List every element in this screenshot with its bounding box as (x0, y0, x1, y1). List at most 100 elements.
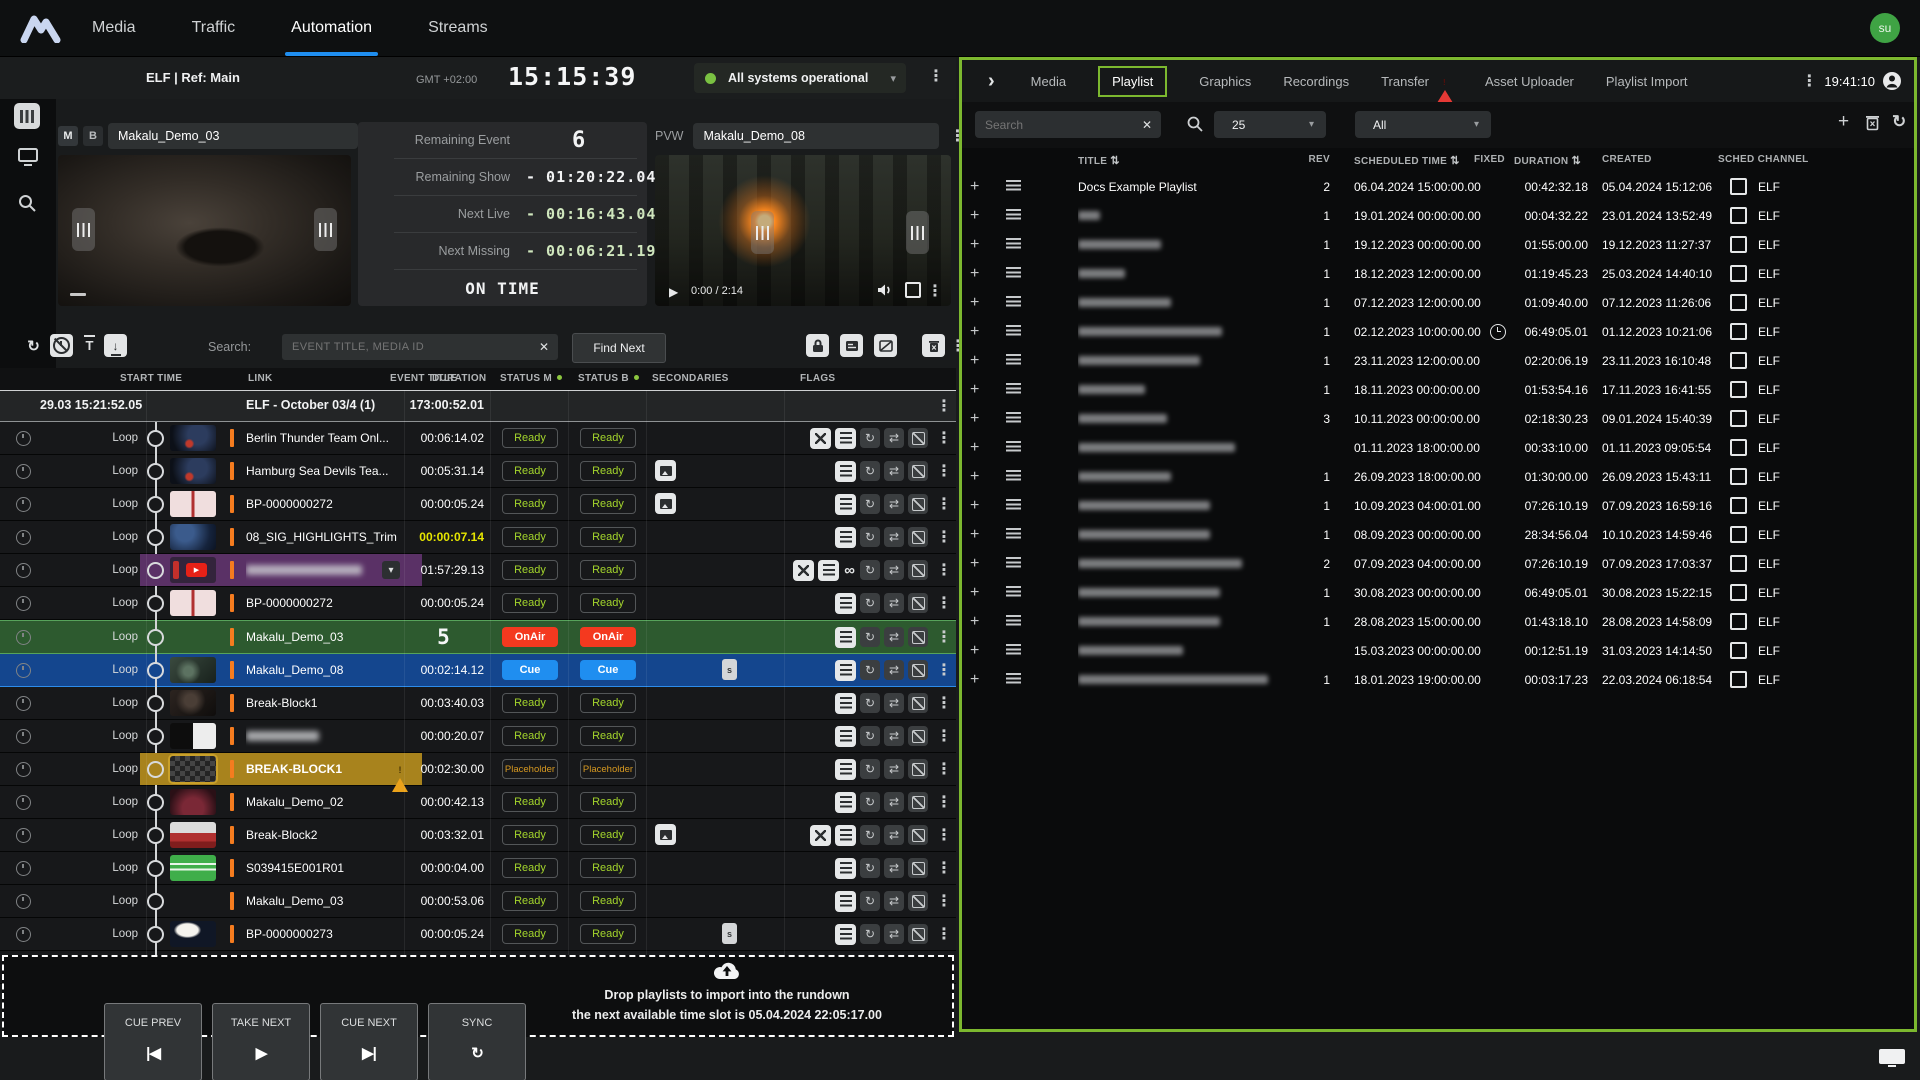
row-kebab-menu[interactable]: ⋮ (936, 860, 952, 876)
event-thumbnail[interactable] (170, 921, 216, 947)
event-thumbnail[interactable] (170, 524, 216, 550)
link-mode-label[interactable]: Loop (60, 587, 138, 619)
link-circle[interactable] (147, 496, 164, 513)
filter-toggle[interactable]: T (78, 334, 101, 357)
channel-checkbox[interactable] (1730, 259, 1747, 288)
row-kebab-menu[interactable]: ⋮ (936, 794, 952, 810)
link-mode-label[interactable]: Loop (60, 885, 138, 917)
swap-flag-button[interactable]: ⇄ (884, 560, 904, 580)
row-kebab-menu[interactable]: ⋮ (936, 496, 952, 512)
playlist-lines-button[interactable] (1006, 346, 1021, 375)
swap-flag-button[interactable]: ⇄ (884, 759, 904, 779)
transport-overlay-right[interactable] (906, 211, 929, 254)
swap-flag-button[interactable]: ⇄ (884, 461, 904, 481)
filter-select[interactable]: All ▾ (1355, 111, 1491, 138)
disable-flag-button[interactable] (908, 759, 928, 779)
subtitle-secondary-icon[interactable]: s (722, 659, 737, 680)
tab-playlist-import[interactable]: Playlist Import (1606, 74, 1688, 89)
play-icon[interactable]: ▶ (669, 285, 678, 299)
playlist-row[interactable]: +01.11.2023 18:00:00.0000:33:10.0001.11.… (962, 433, 1914, 462)
column-header-status-m[interactable]: STATUS M (500, 373, 562, 384)
graphic-secondary-icon[interactable] (655, 460, 676, 481)
add-to-rundown-button[interactable]: + (970, 578, 979, 607)
playlist-lines-button[interactable] (1006, 578, 1021, 607)
badge-m[interactable]: M (58, 126, 78, 146)
disable-flag-button[interactable] (908, 924, 928, 944)
take-next-button[interactable]: TAKE NEXT▶ (212, 1003, 310, 1080)
playlist-lines-button[interactable] (1006, 636, 1021, 665)
column-header-sched-channel[interactable]: SCHED CHANNEL (1718, 154, 1809, 165)
playlist-lines-button[interactable] (1006, 491, 1021, 520)
event-thumbnail[interactable] (170, 491, 216, 517)
transport-overlay-left[interactable] (72, 208, 95, 251)
pvw-video-player[interactable]: ▶ 0:00 / 2:14 ⋮ (655, 155, 951, 306)
link-circle[interactable] (147, 463, 164, 480)
transport-overlay-left[interactable] (751, 211, 774, 254)
find-next-button[interactable]: Find Next (572, 333, 666, 363)
program-video-preview[interactable] (58, 155, 351, 306)
expand-caret-button[interactable]: ▾ (382, 561, 400, 579)
event-thumbnail[interactable] (170, 458, 216, 484)
rundown-row[interactable]: LoopBreak-Block100:03:40.03ReadyReady↻⇄⋮ (0, 687, 956, 720)
repeat-flag-button[interactable]: ↻ (860, 693, 880, 713)
rundown-row[interactable]: LoopMakalu_Demo_0300:00:53.06ReadyReady↻… (0, 885, 956, 918)
row-kebab-menu[interactable]: ⋮ (936, 926, 952, 942)
playlist-row[interactable]: +107.12.2023 12:00:00.0001:09:40.0007.12… (962, 288, 1914, 317)
rundown-row[interactable]: Loop00:00:20.07ReadyReady↻⇄⋮ (0, 720, 956, 753)
tab-playlist[interactable]: Playlist (1098, 66, 1167, 97)
playlist-flag-button[interactable] (835, 428, 856, 449)
playlist-row[interactable]: +118.11.2023 00:00:00.0001:53:54.1617.11… (962, 375, 1914, 404)
event-thumbnail[interactable] (170, 822, 216, 848)
link-circle[interactable] (147, 827, 164, 844)
disable-flag-button[interactable] (908, 858, 928, 878)
playlist-row[interactable]: +119.01.2024 00:00:00.0000:04:32.2223.01… (962, 201, 1914, 230)
header-kebab-menu[interactable]: ⋮ (928, 68, 944, 84)
playlist-lines-button[interactable] (1006, 259, 1021, 288)
volume-icon[interactable] (877, 283, 893, 297)
link-mode-label[interactable]: Loop (60, 521, 138, 553)
disable-flag-button[interactable] (908, 627, 928, 647)
column-header-created[interactable]: CREATED (1602, 154, 1652, 165)
link-mode-label[interactable]: Loop (60, 786, 138, 818)
playlist-flag-button[interactable] (835, 825, 856, 846)
swap-flag-button[interactable]: ⇄ (884, 627, 904, 647)
link-circle[interactable] (147, 595, 164, 612)
repeat-flag-button[interactable]: ↻ (860, 858, 880, 878)
card-view-off-button[interactable] (874, 334, 897, 357)
playlist-flag-button[interactable] (835, 494, 856, 515)
row-kebab-menu[interactable]: ⋮ (936, 827, 952, 843)
disable-flag-button[interactable] (908, 693, 928, 713)
link-mode-label[interactable]: Loop (60, 621, 138, 653)
player-kebab-menu[interactable]: ⋮ (927, 283, 943, 299)
search-icon[interactable] (17, 193, 37, 213)
rundown-row[interactable]: LoopS039415E001R0100:00:04.00ReadyReady↻… (0, 852, 956, 885)
tab-media[interactable]: Media (1031, 74, 1066, 89)
playlist-row[interactable]: +207.09.2023 04:00:00.0007:26:10.1907.09… (962, 549, 1914, 578)
swap-flag-button[interactable]: ⇄ (884, 494, 904, 514)
disable-flag-button[interactable] (908, 825, 928, 845)
add-to-rundown-button[interactable]: + (970, 549, 979, 578)
playlist-row[interactable]: +119.12.2023 00:00:00.0001:55:00.0019.12… (962, 230, 1914, 259)
event-thumbnail[interactable] (170, 855, 216, 881)
row-kebab-menu[interactable]: ⋮ (936, 529, 952, 545)
disable-flag-button[interactable] (908, 527, 928, 547)
add-to-rundown-button[interactable]: + (970, 491, 979, 520)
link-circle[interactable] (147, 893, 164, 910)
clear-search-icon[interactable]: ✕ (1142, 118, 1152, 132)
rundown-row[interactable]: LoopMakalu_Demo_0200:00:42.13ReadyReady↻… (0, 786, 956, 819)
disable-flag-button[interactable] (908, 792, 928, 812)
rundown-row[interactable]: LoopMakalu_Demo_035OnAirOnAir↻⇄⋮ (0, 620, 956, 654)
disable-flag-button[interactable] (908, 593, 928, 613)
add-to-rundown-button[interactable]: + (970, 172, 979, 201)
event-search-input[interactable] (282, 334, 532, 360)
link-mode-label[interactable]: Loop (60, 554, 138, 586)
playlist-lines-button[interactable] (1006, 375, 1021, 404)
playlist-flag-button[interactable] (835, 660, 856, 681)
card-view-button[interactable] (840, 334, 863, 357)
refresh-icon[interactable]: ↻ (22, 334, 45, 357)
row-kebab-menu[interactable]: ⋮ (936, 430, 952, 446)
playlist-lines-button[interactable] (1006, 462, 1021, 491)
channel-checkbox[interactable] (1730, 549, 1747, 578)
playlist-row[interactable]: +130.08.2023 00:00:00.0006:49:05.0130.08… (962, 578, 1914, 607)
layout-grid-button[interactable] (14, 103, 40, 129)
